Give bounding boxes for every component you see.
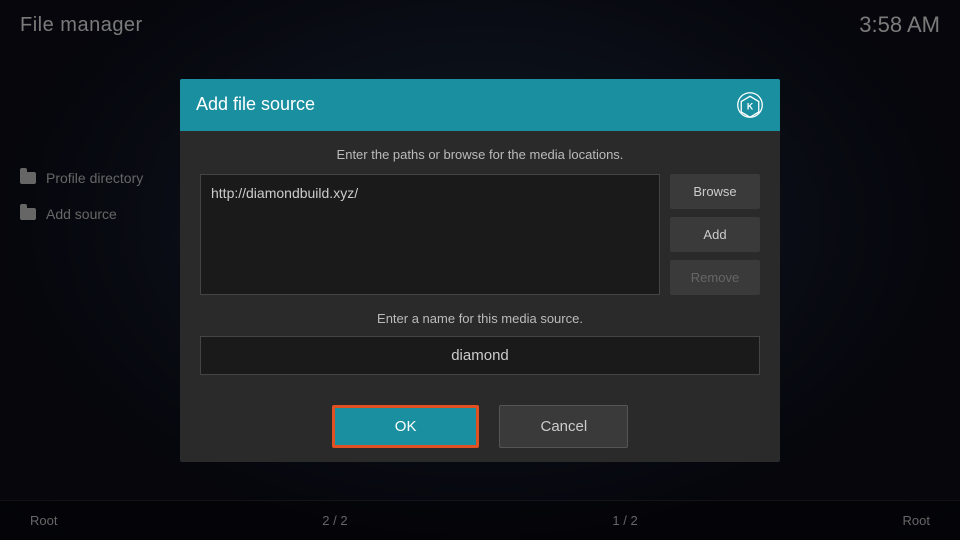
modal-overlay: Add file source K Enter the paths or bro… [0,0,960,540]
remove-button[interactable]: Remove [670,260,760,295]
ok-button[interactable]: OK [332,405,480,448]
dialog-body: Enter the paths or browse for the media … [180,131,780,391]
dialog-title: Add file source [196,94,315,115]
name-instruction: Enter a name for this media source. [200,311,760,326]
url-buttons: Browse Add Remove [670,174,760,295]
add-button[interactable]: Add [670,217,760,252]
browse-button[interactable]: Browse [670,174,760,209]
url-input[interactable] [200,174,660,295]
dialog-header: Add file source K [180,79,780,131]
cancel-button[interactable]: Cancel [499,405,628,448]
dialog-instruction: Enter the paths or browse for the media … [200,147,760,162]
kodi-logo-icon: K [736,91,764,119]
add-file-source-dialog: Add file source K Enter the paths or bro… [180,79,780,462]
media-source-name-input[interactable] [200,336,760,375]
dialog-footer: OK Cancel [180,391,780,462]
svg-text:K: K [747,101,754,111]
url-section: Browse Add Remove [200,174,760,295]
